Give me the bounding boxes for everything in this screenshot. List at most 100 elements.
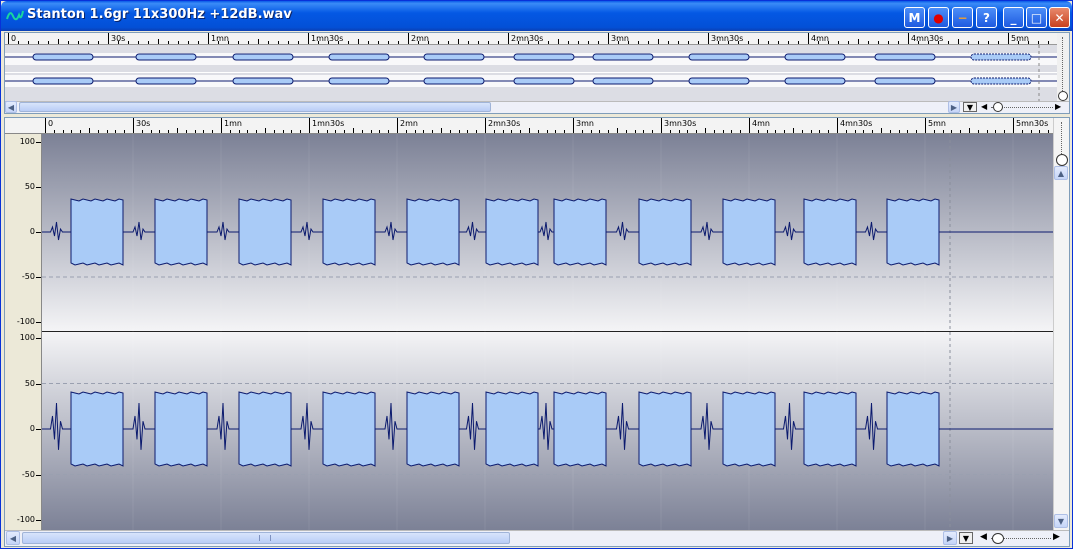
overview-waveform[interactable] — [5, 45, 1058, 101]
close-button[interactable]: ✕ — [1049, 7, 1070, 28]
main-hzoom-knob[interactable] — [992, 533, 1004, 544]
main-editor-pane[interactable]: 0 30s 1mn 1mn30s 2mn 2mn30s 3mn 3mn30s 4mn 4mn30s… — [4, 117, 1070, 547]
main-scroll-thumb[interactable] — [22, 532, 510, 544]
overview-hzoom-knob[interactable] — [993, 102, 1003, 112]
ruler-minor-tick — [872, 130, 874, 133]
ruler-minor-tick — [247, 130, 249, 133]
zoom-left-arrow[interactable]: ◀ — [980, 532, 987, 542]
ruler-major-tick — [308, 33, 309, 44]
zoom-right-arrow[interactable]: ▶ — [1055, 102, 1061, 111]
arrow-right-icon[interactable]: ▶ — [948, 101, 960, 113]
ruler-minor-tick — [960, 130, 962, 133]
overview-horizontal-scrollbar[interactable]: ◀ ▶ ▼ ◀ ▶ — [5, 101, 1069, 113]
zoom-left-arrow[interactable]: ◀ — [981, 102, 987, 111]
arrow-left-icon[interactable]: ◀ — [6, 531, 20, 545]
ruler-minor-tick — [818, 41, 819, 44]
ruler-minor-tick — [598, 41, 599, 44]
ruler-minor-tick — [728, 41, 729, 44]
ruler-minor-tick — [888, 41, 889, 44]
ruler-minor-tick — [537, 130, 539, 133]
arrow-left-icon[interactable]: ◀ — [5, 101, 17, 113]
ruler-minor-tick — [62, 130, 64, 133]
ruler-minor-tick — [854, 130, 856, 133]
main-horizontal-scrollbar[interactable]: ◀ ▶ ▼ ◀ ▶ — [5, 530, 1069, 546]
ruler-minor-tick — [768, 41, 769, 44]
ruler-minor-tick — [300, 130, 302, 133]
channel-top-burst — [638, 198, 692, 266]
ruler-minor-tick — [498, 41, 499, 44]
ruler-minor-tick — [438, 41, 439, 44]
ruler-minor-tick — [907, 130, 909, 133]
ruler-label: 0 — [48, 119, 54, 128]
y-axis-label: -100 — [16, 515, 35, 524]
y-axis-label: 100 — [19, 137, 35, 146]
overview-top-burst — [688, 53, 750, 61]
minimize-button[interactable]: _ — [1003, 7, 1024, 28]
waveform-icon — [6, 10, 24, 21]
zoom-right-arrow[interactable]: ▶ — [1053, 532, 1060, 542]
overview-bottom-burst — [592, 77, 654, 85]
overview-bottom-burst — [423, 77, 485, 85]
ruler-minor-tick — [318, 41, 319, 44]
ruler-minor-tick — [212, 130, 214, 133]
ruler-minor-tick — [265, 128, 266, 133]
ruler-minor-tick — [291, 130, 293, 133]
ruler-minor-tick — [467, 130, 469, 133]
overview-time-ruler[interactable]: 0 30s 1mn 1mn30s 2mn 2mn30s 3mn 3mn30s 4mn 4mn30s… — [5, 33, 1058, 45]
ruler-minor-tick — [458, 39, 459, 44]
scroll-grip — [259, 535, 271, 541]
y-axis-tick — [36, 142, 41, 143]
overview-pane[interactable]: 0 30s 1mn 1mn30s 2mn 2mn30s 3mn 3mn30s 4mn 4mn30s… — [4, 32, 1070, 114]
ruler-minor-tick — [368, 41, 369, 44]
y-axis-tick — [36, 383, 41, 385]
marker-button[interactable]: M — [904, 7, 925, 28]
maximize-button[interactable]: □ — [1026, 7, 1047, 28]
ruler-minor-tick — [48, 41, 49, 44]
arrow-up-icon[interactable]: ▲ — [1054, 166, 1068, 180]
title-bar[interactable]: Stanton 1.6gr 11x300Hz +12dB.wav M ● − ?… — [1, 1, 1072, 31]
overview-vzoom-knob[interactable] — [1058, 91, 1068, 101]
close-icon: ✕ — [1054, 10, 1065, 25]
ruler-minor-tick — [788, 41, 789, 44]
ruler-minor-tick — [97, 130, 99, 133]
ruler-minor-tick — [819, 130, 821, 133]
ruler-minor-tick — [1028, 41, 1029, 44]
ruler-minor-tick — [548, 41, 549, 44]
arrow-down-icon[interactable]: ▼ — [1054, 514, 1068, 528]
ruler-label: 1mn30s — [312, 119, 345, 128]
ruler-minor-tick — [228, 41, 229, 44]
triangle-down-icon[interactable]: ▼ — [959, 532, 973, 544]
ruler-minor-tick — [678, 41, 679, 44]
ruler-minor-tick — [238, 130, 240, 133]
main-vzoom-knob[interactable] — [1056, 154, 1068, 166]
ruler-label: 4mn30s — [840, 119, 873, 128]
y-axis-tick — [36, 474, 41, 476]
minus-button[interactable]: − — [952, 7, 973, 28]
ruler-minor-tick — [878, 41, 879, 44]
ruler-minor-tick — [969, 128, 970, 133]
main-waveform[interactable] — [42, 134, 1054, 530]
y-axis-label: 0 — [29, 424, 35, 433]
ruler-minor-tick — [218, 41, 219, 44]
channel-bottom-burst — [70, 391, 124, 467]
ruler-minor-tick — [1048, 130, 1050, 133]
ruler-minor-tick — [652, 130, 654, 133]
ruler-minor-tick — [118, 41, 119, 44]
arrow-right-icon[interactable]: ▶ — [943, 531, 957, 545]
ruler-minor-tick — [448, 41, 449, 44]
ruler-minor-tick — [1018, 41, 1019, 44]
main-time-ruler[interactable]: 0 30s 1mn 1mn30s 2mn 2mn30s 3mn 3mn30s 4mn 4mn30s… — [5, 118, 1054, 134]
help-button[interactable]: ? — [976, 7, 997, 28]
record-button[interactable]: ● — [928, 7, 949, 28]
ruler-minor-tick — [643, 130, 645, 133]
overview-vertical-zoom[interactable] — [1057, 33, 1069, 101]
triangle-down-icon[interactable]: ▼ — [963, 102, 977, 112]
ruler-minor-tick — [828, 41, 829, 44]
ruler-minor-tick — [78, 41, 79, 44]
ruler-minor-tick — [938, 41, 939, 44]
main-vertical-scrollbar[interactable]: ▲ ▼ — [1053, 118, 1069, 530]
ruler-minor-tick — [256, 130, 258, 133]
ruler-minor-tick — [713, 130, 715, 133]
ruler-minor-tick — [868, 41, 869, 44]
overview-scroll-thumb[interactable] — [19, 102, 491, 112]
